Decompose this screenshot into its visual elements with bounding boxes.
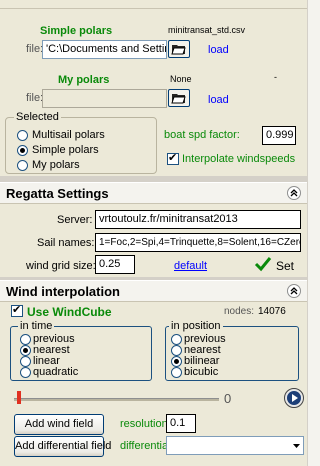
regatta-settings-header[interactable]: Regatta Settings: [0, 182, 307, 204]
time-quadratic-label: quadratic: [33, 366, 79, 378]
interpolate-windspeeds-label: Interpolate windspeeds: [182, 153, 296, 165]
add-wind-field-button[interactable]: Add wind field: [14, 414, 104, 435]
simple-file-label: file:: [26, 43, 44, 55]
wind-grid-size-input[interactable]: 0.25: [95, 255, 135, 274]
position-radio-bicubic[interactable]: [171, 367, 182, 378]
my-polars-dash: -: [274, 72, 277, 82]
boat-spd-factor-input[interactable]: 0.999: [262, 126, 296, 145]
play-icon: [287, 391, 301, 405]
in-position-title: in position: [169, 320, 223, 332]
time-radio-quadratic[interactable]: [20, 367, 31, 378]
my-browse-button[interactable]: [168, 89, 190, 107]
server-input[interactable]: vrtoutoulz.fr/minitransat2013: [95, 210, 301, 229]
play-button[interactable]: [284, 388, 304, 408]
wind-interpolation-title: Wind interpolation: [6, 284, 120, 299]
checkmark-icon: [254, 257, 272, 272]
collapse-icon[interactable]: [287, 186, 301, 200]
panel-top-edge: [0, 0, 307, 9]
nodes-label: nodes:: [224, 306, 255, 317]
radio-multisail-label: Multisail polars: [32, 129, 105, 141]
my-load-link[interactable]: load: [208, 94, 229, 106]
in-time-group: [10, 326, 152, 381]
folder-open-icon: [171, 94, 186, 104]
default-link[interactable]: default: [174, 260, 207, 272]
collapse-icon[interactable]: [287, 284, 301, 298]
position-radio-nearest[interactable]: [171, 345, 182, 356]
sail-names-input[interactable]: 1=Foc,2=Spi,4=Trinquette,8=Solent,16=CZe…: [95, 233, 301, 252]
radio-multisail[interactable]: [17, 130, 28, 141]
position-radio-bilinear[interactable]: [171, 356, 182, 367]
vertical-scrollbar[interactable]: [307, 0, 320, 466]
time-radio-previous[interactable]: [20, 334, 31, 345]
radio-simple-label: Simple polars: [32, 144, 99, 156]
radio-simple[interactable]: [17, 145, 28, 156]
radio-my-label: My polars: [32, 159, 80, 171]
resolution-label: resolution:: [120, 418, 171, 430]
differential-dropdown-button[interactable]: [290, 437, 303, 454]
selected-group-title: Selected: [14, 111, 61, 123]
radio-my[interactable]: [17, 160, 28, 171]
set-label: Set: [276, 259, 295, 273]
chevron-down-icon: [293, 444, 300, 448]
boat-spd-factor-label: boat spd factor:: [164, 129, 240, 141]
resolution-input[interactable]: 0.1: [166, 414, 196, 433]
use-windcube-label: Use WindCube: [27, 305, 112, 319]
polars-panel: Simple polars minitransat_std.csv file: …: [0, 0, 307, 176]
my-file-label: file:: [26, 92, 44, 104]
regatta-settings-title: Regatta Settings: [6, 186, 109, 201]
wind-grid-size-label: wind grid size:: [26, 260, 96, 272]
add-differential-field-button[interactable]: Add differential field: [14, 436, 111, 457]
sail-names-label: Sail names:: [37, 237, 95, 249]
time-radio-linear[interactable]: [20, 356, 31, 367]
my-file-field[interactable]: [42, 89, 167, 108]
differential-select[interactable]: [166, 436, 304, 455]
server-label: Server:: [57, 214, 93, 226]
position-bicubic-label: bicubic: [184, 366, 219, 378]
folder-open-icon: [171, 45, 186, 55]
time-slider-track[interactable]: [14, 398, 219, 401]
simple-load-link[interactable]: load: [208, 44, 229, 56]
slider-value: 0: [224, 391, 232, 406]
set-button[interactable]: Set: [252, 256, 302, 274]
simple-file-field[interactable]: 'C:\Documents and Settin: [42, 40, 167, 59]
my-polars-title: My polars: [58, 74, 110, 86]
simple-polars-title: Simple polars: [40, 25, 113, 37]
wind-panel: Use WindCube nodes: 14076 in time previo…: [0, 302, 307, 466]
time-slider-thumb[interactable]: [17, 391, 21, 404]
wind-interpolation-header[interactable]: Wind interpolation: [0, 280, 307, 302]
interpolate-windspeeds-checkbox[interactable]: [167, 151, 179, 165]
simple-browse-button[interactable]: [168, 40, 190, 58]
position-radio-previous[interactable]: [171, 334, 182, 345]
nodes-value: 14076: [258, 306, 286, 317]
my-polars-filename: None: [170, 74, 192, 84]
time-radio-nearest[interactable]: [20, 345, 31, 356]
use-windcube-checkbox[interactable]: [11, 303, 23, 317]
simple-polars-filename: minitransat_std.csv: [168, 25, 246, 35]
in-time-title: in time: [18, 320, 55, 332]
regatta-panel: Server: vrtoutoulz.fr/minitransat2013 Sa…: [0, 204, 307, 277]
